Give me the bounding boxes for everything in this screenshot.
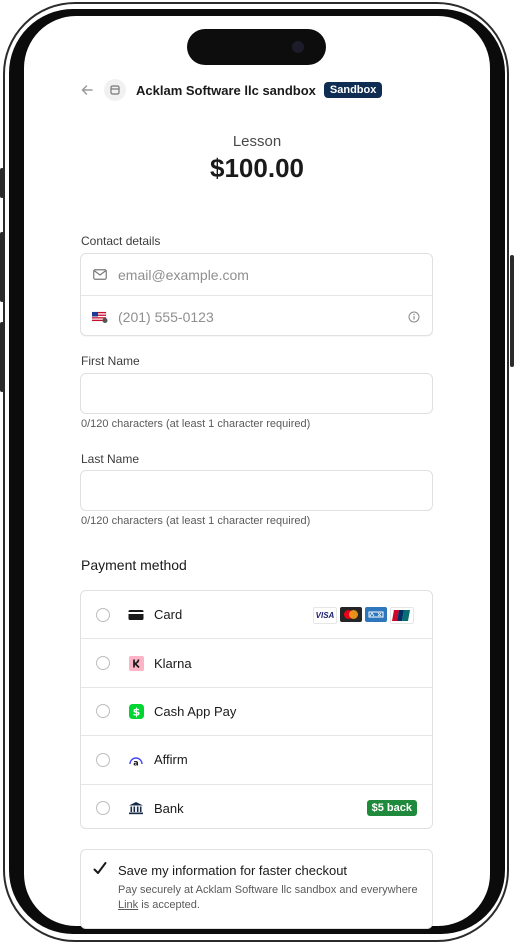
payment-method-list: Card VISA Klarna $ Cash App Pay a Affirm…: [80, 590, 433, 829]
save-info-title: Save my information for faster checkout: [118, 863, 348, 878]
klarna-label: Klarna: [154, 655, 192, 671]
cashback-badge: $5 back: [366, 799, 417, 816]
bank-radio[interactable]: [96, 801, 110, 816]
info-icon[interactable]: [408, 310, 420, 328]
last-name-field[interactable]: [80, 470, 433, 511]
save-info-box: Save my information for faster checkout …: [80, 849, 433, 929]
unionpay-icon: [390, 607, 414, 624]
phone-input[interactable]: [116, 307, 400, 326]
klarna-icon: [127, 654, 145, 672]
merchant-logo-icon: [104, 79, 126, 101]
save-info-checkbox[interactable]: [92, 861, 108, 877]
cashapp-label: Cash App Pay: [154, 703, 237, 719]
checkout-header: Acklam Software llc sandbox Sandbox: [80, 78, 383, 102]
save-info-desc-text: Pay securely at Acklam Software llc sand…: [118, 884, 418, 896]
product-name: Lesson: [232, 133, 282, 150]
envelope-icon: [92, 269, 108, 280]
affirm-radio[interactable]: [96, 752, 110, 767]
product-price: $100.00: [210, 153, 304, 183]
phone-side-button: [0, 322, 4, 392]
payment-option-klarna[interactable]: Klarna: [81, 638, 432, 686]
sandbox-badge: Sandbox: [323, 82, 383, 98]
dynamic-island: [187, 29, 326, 65]
affirm-label: Affirm: [154, 752, 188, 768]
payment-option-card[interactable]: Card VISA: [81, 591, 432, 638]
cashapp-radio[interactable]: [96, 704, 110, 719]
first-name-helper: 0/120 characters (at least 1 character r…: [81, 418, 311, 430]
bank-icon: [127, 799, 145, 817]
save-info-desc-text-end: is accepted.: [138, 899, 200, 911]
contact-fields: [80, 253, 433, 336]
mastercard-icon: [340, 607, 362, 622]
first-name-input[interactable]: [91, 374, 425, 414]
phone-row: [81, 295, 432, 337]
card-icon: [127, 606, 145, 624]
payment-method-title: Payment method: [81, 557, 187, 573]
merchant-name: Acklam Software llc sandbox: [136, 82, 316, 98]
first-name-field[interactable]: [80, 373, 433, 414]
email-input[interactable]: [116, 265, 400, 284]
amex-icon: [365, 607, 387, 622]
phone-side-button: [0, 232, 4, 302]
contact-details-label: Contact details: [81, 234, 161, 248]
phone-side-button: [510, 255, 514, 367]
save-info-description: Pay securely at Acklam Software llc sand…: [118, 883, 418, 913]
last-name-helper: 0/120 characters (at least 1 character r…: [81, 515, 311, 527]
back-arrow-icon[interactable]: [80, 83, 94, 97]
bank-label: Bank: [154, 800, 184, 816]
first-name-label: First Name: [81, 354, 140, 368]
link-text[interactable]: Link: [118, 899, 138, 911]
svg-text:a: a: [133, 758, 138, 767]
card-radio[interactable]: [96, 607, 110, 622]
card-brands: VISA: [313, 607, 414, 624]
payment-option-cashapp[interactable]: $ Cash App Pay: [81, 686, 432, 735]
visa-icon: VISA: [313, 607, 337, 624]
svg-text:$: $: [132, 705, 140, 718]
us-flag-icon[interactable]: [92, 311, 108, 323]
cashapp-icon: $: [127, 702, 145, 720]
last-name-label: Last Name: [81, 452, 140, 466]
last-name-input[interactable]: [91, 471, 425, 511]
klarna-radio[interactable]: [96, 656, 110, 671]
email-row: [81, 254, 432, 295]
payment-option-bank[interactable]: Bank $5 back: [81, 783, 432, 832]
card-label: Card: [154, 607, 183, 623]
affirm-icon: a: [127, 751, 145, 769]
payment-option-affirm[interactable]: a Affirm: [81, 735, 432, 783]
